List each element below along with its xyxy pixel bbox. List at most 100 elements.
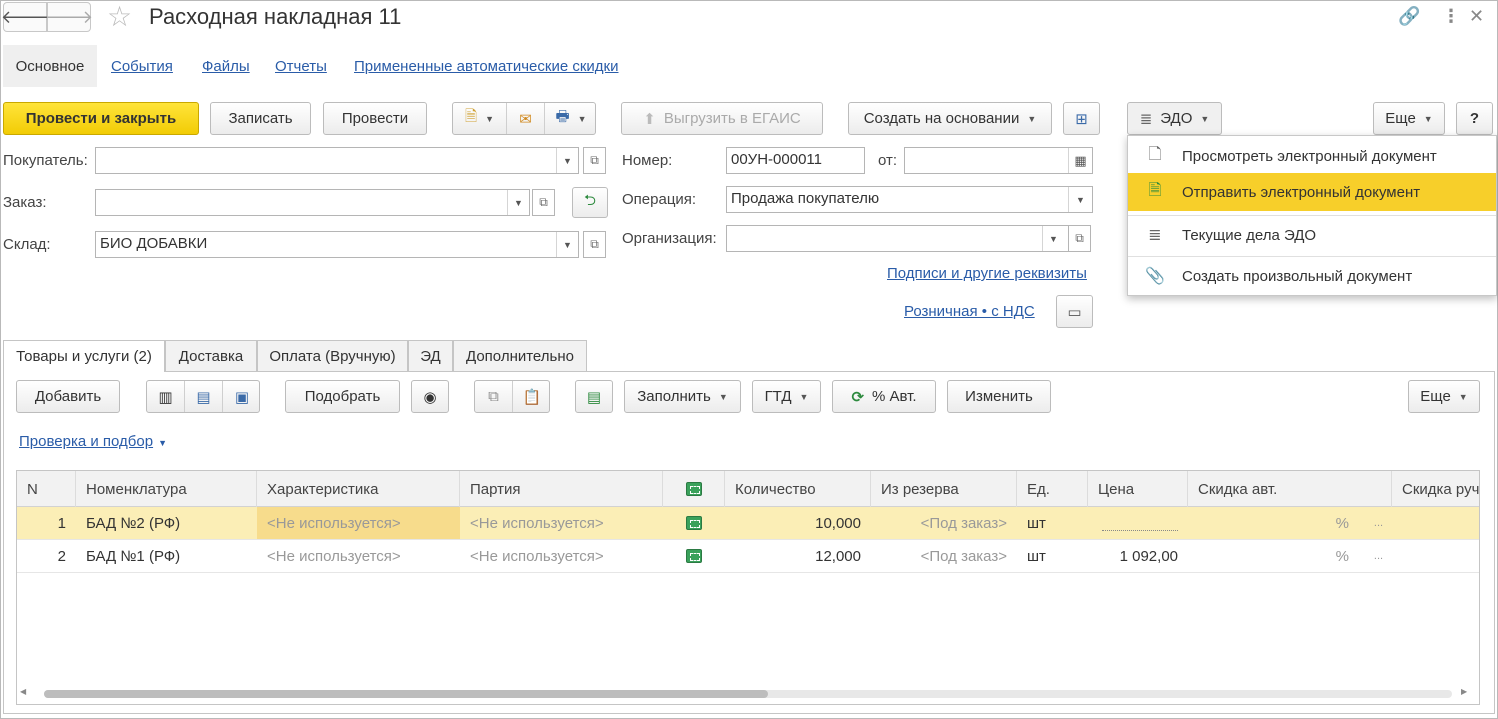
add-row-button[interactable]: Добавить (16, 380, 120, 413)
paste-rows-button[interactable]: 📋 (513, 381, 551, 412)
post-button[interactable]: Провести (323, 102, 427, 135)
help-button[interactable]: ? (1456, 102, 1493, 135)
row-price[interactable] (1088, 507, 1188, 539)
structure-button[interactable]: ⊞ (1063, 102, 1100, 135)
gtd-button[interactable]: ГТД ▼ (752, 380, 821, 413)
warehouse-dropdown[interactable]: ▼ (556, 232, 578, 257)
buyer-dropdown[interactable]: ▼ (556, 148, 578, 173)
row-price[interactable]: 1 092,00 (1088, 540, 1188, 572)
tab-delivery[interactable]: Доставка (165, 340, 257, 371)
barcode-button[interactable]: ▥ (147, 381, 185, 412)
col-reserve[interactable]: Из резерва (871, 471, 1017, 507)
scroll-right-icon[interactable]: ▶ (1461, 687, 1467, 696)
row-unit[interactable]: шт (1017, 540, 1088, 572)
check-and-pick-link[interactable]: Проверка и подбор ▼ (19, 433, 167, 450)
operation-dropdown[interactable]: ▼ (1068, 187, 1092, 212)
row-quantity[interactable]: 10,000 (725, 507, 871, 539)
price-type-link[interactable]: Розничная • с НДС (904, 303, 1035, 320)
fill-from-order-button[interactable]: ⮌ (572, 187, 608, 218)
tab-payment[interactable]: Оплата (Вручную) (257, 340, 408, 371)
order-dropdown[interactable]: ▼ (507, 190, 529, 215)
row-batch[interactable]: <Не используется> (460, 507, 663, 539)
egais-upload-button[interactable]: ⬆ Выгрузить в ЕГАИС (621, 102, 823, 135)
create-based-on-button[interactable]: Создать на основании ▼ (848, 102, 1052, 135)
row-reserve[interactable]: <Под заказ> (871, 507, 1017, 539)
scrollbar-thumb[interactable] (44, 690, 768, 698)
col-unit[interactable]: Ед. (1017, 471, 1088, 507)
scroll-left-icon[interactable]: ◀ (20, 687, 26, 696)
col-quantity[interactable]: Количество (725, 471, 871, 507)
row-auto-discount[interactable]: % (1188, 540, 1359, 572)
pick-button[interactable]: Подобрать (285, 380, 400, 413)
menu-item-view-edoc[interactable]: 🗋 Просмотреть электронный документ (1128, 137, 1496, 175)
row-characteristic[interactable]: <Не используется> (257, 540, 460, 572)
col-item[interactable]: Номенклатура (76, 471, 257, 507)
row-marking[interactable] (663, 540, 725, 572)
tab-files[interactable]: Файлы (202, 58, 250, 75)
col-characteristic[interactable]: Характеристика (257, 471, 460, 507)
tab-goods-services[interactable]: Товары и услуги (2) (3, 340, 165, 372)
scanner-button[interactable]: ▤ (185, 381, 223, 412)
calendar-button[interactable]: ▦ (1068, 148, 1092, 173)
organization-dropdown[interactable]: ▼ (1042, 226, 1064, 251)
tab-reports[interactable]: Отчеты (275, 58, 327, 75)
table-more-button[interactable]: Еще ▼ (1408, 380, 1480, 413)
operation-field[interactable]: Продажа покупателю (726, 186, 1093, 213)
tab-ed[interactable]: ЭД (408, 340, 453, 371)
col-n[interactable]: N (17, 471, 76, 507)
col-marking[interactable] (663, 471, 725, 507)
save-button[interactable]: Записать (210, 102, 311, 135)
signatures-link[interactable]: Подписи и другие реквизиты (887, 265, 1087, 282)
price-input-underline[interactable] (1102, 515, 1178, 531)
more-vertical-icon[interactable]: ⋮ (1442, 6, 1460, 27)
print-button[interactable]: 🖶 ▼ (545, 103, 597, 134)
forward-button[interactable]: 🡒 (45, 2, 93, 32)
email-button[interactable]: ✉ (507, 103, 545, 134)
warehouse-field[interactable]: БИО ДОБАВКИ (95, 231, 579, 258)
row-batch[interactable]: <Не используется> (460, 540, 663, 572)
payment-terminal-button[interactable]: ▭ (1056, 295, 1093, 328)
tab-additional[interactable]: Дополнительно (453, 340, 587, 371)
row-auto-discount[interactable]: % (1188, 507, 1359, 539)
fill-dropdown-button[interactable]: Заполнить ▼ (624, 380, 741, 413)
organization-field[interactable] (726, 225, 1069, 252)
edo-button[interactable]: ≣ ЭДО ▼ (1127, 102, 1222, 135)
auto-discount-button[interactable]: ⟳ % Авт. (832, 380, 936, 413)
buyer-field[interactable] (95, 147, 579, 174)
row-discount-details[interactable]: ... (1365, 507, 1392, 539)
col-price[interactable]: Цена (1088, 471, 1188, 507)
change-button[interactable]: Изменить (947, 380, 1051, 413)
warehouse-open-button[interactable]: ⧉ (583, 231, 606, 258)
col-manual-discount[interactable]: Скидка руч (1392, 471, 1479, 507)
row-item[interactable]: БАД №1 (РФ) (76, 540, 257, 572)
fill-table-button[interactable]: ▤ (575, 380, 613, 413)
buyer-open-button[interactable]: ⧉ (583, 147, 606, 174)
tab-main[interactable]: Основное (3, 45, 97, 87)
back-button[interactable]: 🡐 (1, 2, 49, 32)
order-field[interactable] (95, 189, 530, 216)
table-row[interactable]: 1 БАД №2 (РФ) <Не используется> <Не испо… (17, 507, 1479, 540)
row-marking[interactable] (663, 507, 725, 539)
number-field[interactable]: 00УН-000011 (726, 147, 865, 174)
menu-item-send-edoc[interactable]: 🗎 Отправить электронный документ (1128, 173, 1496, 211)
col-auto-discount[interactable]: Скидка авт. (1188, 471, 1392, 507)
menu-item-create-custom-doc[interactable]: 📎 Создать произвольный документ (1128, 257, 1496, 295)
col-batch[interactable]: Партия (460, 471, 663, 507)
row-item[interactable]: БАД №2 (РФ) (76, 507, 257, 539)
row-discount-details[interactable]: ... (1365, 540, 1392, 572)
date-field[interactable] (904, 147, 1093, 174)
tab-events[interactable]: События (111, 58, 173, 75)
organization-open-button[interactable]: ⧉ (1068, 225, 1091, 252)
table-row[interactable]: 2 БАД №1 (РФ) <Не используется> <Не испо… (17, 540, 1479, 573)
close-icon[interactable]: ✕ (1469, 6, 1484, 27)
copy-rows-button[interactable]: ⧉ (475, 381, 513, 412)
post-and-close-button[interactable]: Провести и закрыть (3, 102, 199, 135)
link-icon[interactable]: 🔗 (1398, 6, 1420, 27)
row-reserve[interactable]: <Под заказ> (871, 540, 1017, 572)
favorite-star-icon[interactable]: ☆ (107, 2, 132, 32)
row-characteristic[interactable]: <Не используется> (257, 507, 460, 539)
menu-item-edo-tasks[interactable]: ≣ Текущие дела ЭДО (1128, 216, 1496, 254)
more-button[interactable]: Еще ▼ (1373, 102, 1445, 135)
create-doc-button[interactable]: 🗎 ▼ (453, 103, 507, 134)
terminal-button[interactable]: ▣ (223, 381, 261, 412)
